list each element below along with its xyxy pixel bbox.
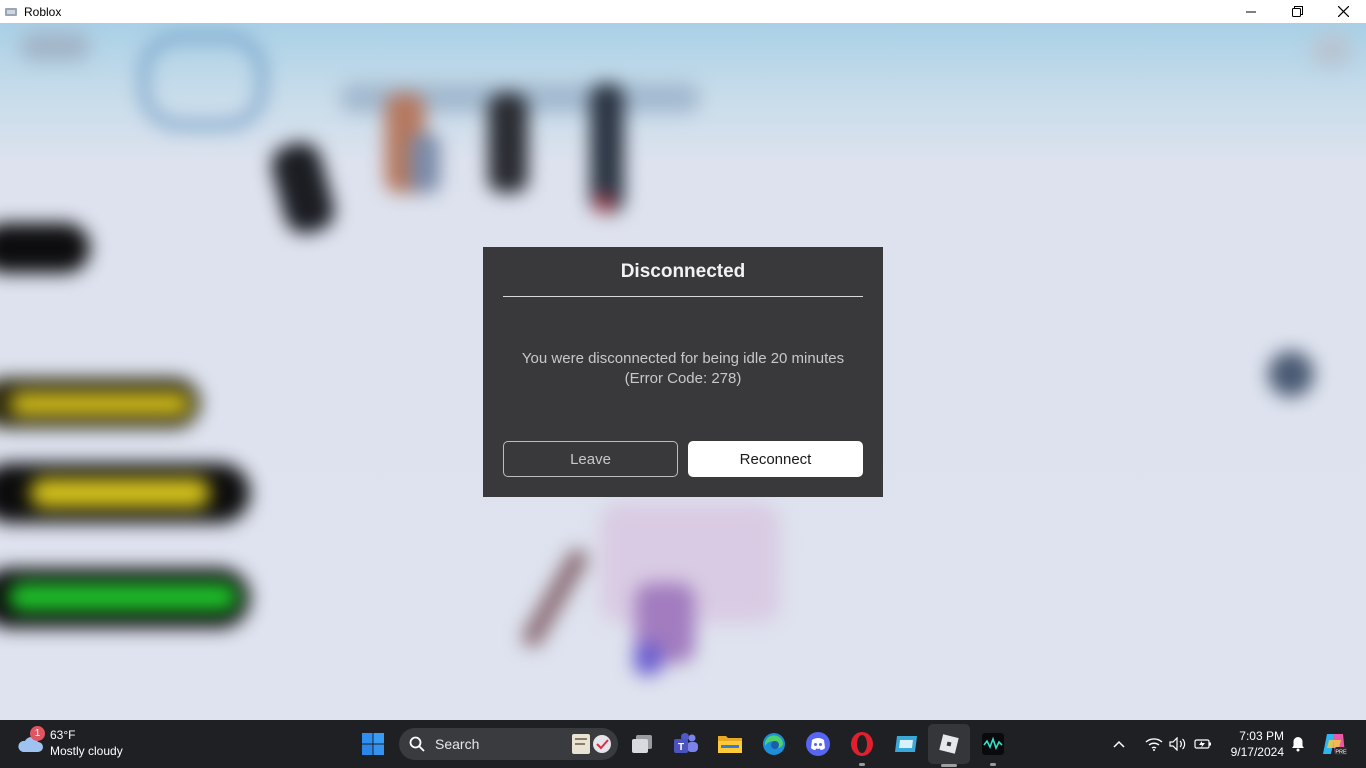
search-highlight-icon — [572, 734, 611, 754]
window-title: Roblox — [24, 4, 62, 19]
dialog-message: You were disconnected for being idle 20 … — [503, 349, 863, 389]
dialog-message-line1: You were disconnected for being idle 20 … — [521, 350, 845, 367]
weather-widget[interactable]: 1 63°F Mostly cloudy — [16, 726, 156, 762]
app-bar-button[interactable] — [890, 728, 922, 760]
network-button[interactable] — [1145, 720, 1163, 768]
copilot-icon: PRE — [1323, 734, 1347, 756]
edge-button[interactable] — [758, 728, 790, 760]
leave-button[interactable]: Leave — [503, 441, 678, 477]
active-app-indicator — [941, 764, 957, 767]
window-controls — [1228, 0, 1366, 23]
teams-icon: T — [674, 733, 698, 753]
dialog-title: Disconnected — [620, 261, 746, 282]
running-indicator — [990, 763, 996, 766]
svg-text:PRE: PRE — [1335, 750, 1347, 756]
minimize-icon — [1246, 11, 1256, 12]
weather-condition: Mostly cloudy — [50, 744, 123, 758]
search-icon — [409, 736, 425, 752]
minimize-button[interactable] — [1228, 0, 1274, 23]
battery-charging-icon — [1194, 739, 1211, 749]
edge-browser-icon — [763, 733, 785, 755]
disconnected-dialog: Disconnected You were disconnected for b… — [483, 247, 883, 497]
wavelink-button[interactable] — [977, 728, 1009, 766]
roblox-icon — [939, 734, 959, 754]
roblox-button[interactable] — [933, 728, 965, 760]
taskbar: 1 63°F Mostly cloudy Search T 7:03 PM 9/… — [0, 720, 1366, 768]
reconnect-button[interactable]: Reconnect — [688, 441, 863, 477]
app-bar-icon — [895, 736, 917, 752]
discord-icon — [806, 732, 830, 756]
teams-button[interactable]: T — [670, 728, 702, 760]
show-hidden-icons-button[interactable] — [1112, 720, 1126, 768]
clock-date: 9/17/2024 — [1230, 745, 1284, 759]
copilot-button[interactable]: PRE — [1321, 720, 1347, 768]
svg-text:T: T — [678, 742, 684, 753]
weather-temperature: 63°F — [50, 728, 76, 742]
restore-button[interactable] — [1274, 0, 1320, 23]
weather-badge: 1 — [30, 726, 45, 741]
start-button[interactable] — [357, 728, 389, 760]
notifications-button[interactable] — [1290, 720, 1306, 768]
dialog-divider — [503, 296, 863, 297]
discord-button[interactable] — [802, 728, 834, 760]
wifi-icon — [1145, 738, 1163, 751]
taskbar-search[interactable]: Search — [399, 728, 618, 760]
title-bar: Roblox — [0, 0, 1366, 23]
clock-time: 7:03 PM — [1239, 729, 1284, 743]
windows-start-icon — [362, 733, 384, 755]
battery-button[interactable] — [1194, 720, 1212, 768]
task-view-icon — [632, 735, 652, 753]
wavelink-icon — [982, 733, 1004, 755]
chevron-up-icon — [1113, 740, 1125, 748]
roblox-app-icon — [5, 7, 17, 16]
speaker-icon — [1169, 737, 1186, 751]
dialog-error-code: (Error Code: 278) — [624, 370, 742, 387]
opera-button[interactable] — [846, 728, 878, 766]
close-button[interactable] — [1320, 0, 1366, 23]
opera-icon — [851, 732, 873, 756]
volume-button[interactable] — [1169, 720, 1187, 768]
task-view-button[interactable] — [626, 728, 658, 760]
restore-icon — [1291, 6, 1303, 17]
taskbar-clock[interactable]: 7:03 PM 9/17/2024 — [1224, 728, 1284, 760]
running-indicator — [859, 763, 865, 766]
search-placeholder: Search — [435, 736, 480, 752]
bell-icon — [1292, 737, 1304, 752]
close-icon — [1337, 6, 1349, 17]
folder-icon — [718, 736, 742, 753]
file-explorer-button[interactable] — [714, 728, 746, 760]
